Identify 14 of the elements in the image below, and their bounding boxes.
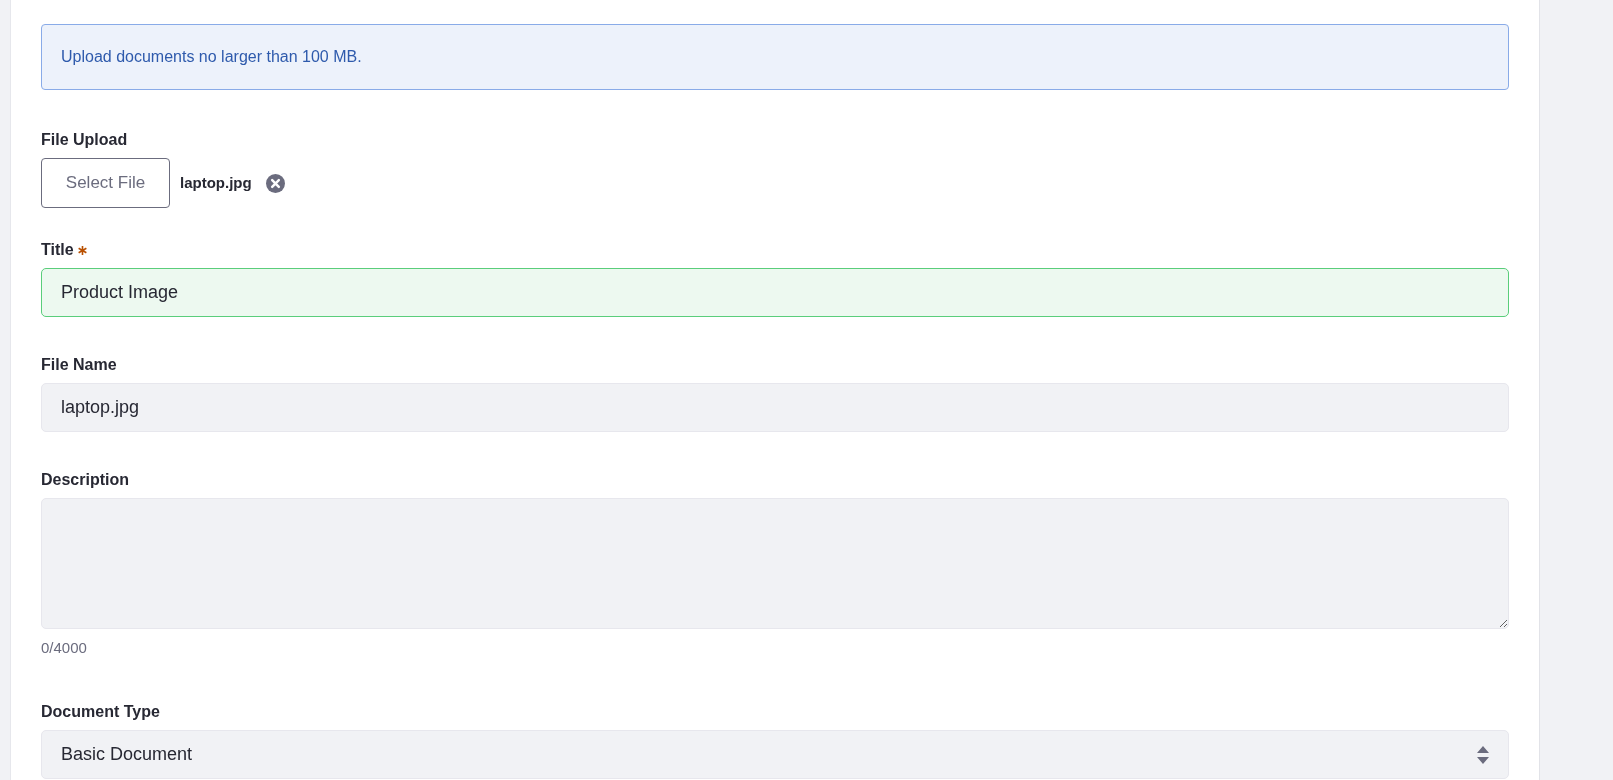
- file-name: laptop.jpg: [180, 172, 252, 193]
- field-label: File Name: [41, 355, 117, 375]
- text-field[interactable]: Product Image: [41, 268, 1509, 317]
- select-field[interactable]: Basic Document: [41, 730, 1509, 779]
- field-label: File Upload: [41, 130, 128, 150]
- text-field[interactable]: laptop.jpg: [41, 383, 1509, 432]
- field-label: Document Type: [41, 702, 160, 722]
- field-label: Title: [41, 238, 87, 262]
- info-alert: Upload documents no larger than 100 MB.: [41, 24, 1509, 90]
- clear-icon[interactable]: [265, 173, 285, 193]
- select-file-button[interactable]: Select File: [41, 158, 170, 208]
- field-label: Description: [41, 470, 129, 490]
- character-counter: 0/4000: [41, 638, 87, 658]
- sort-arrows-icon: [1477, 745, 1489, 764]
